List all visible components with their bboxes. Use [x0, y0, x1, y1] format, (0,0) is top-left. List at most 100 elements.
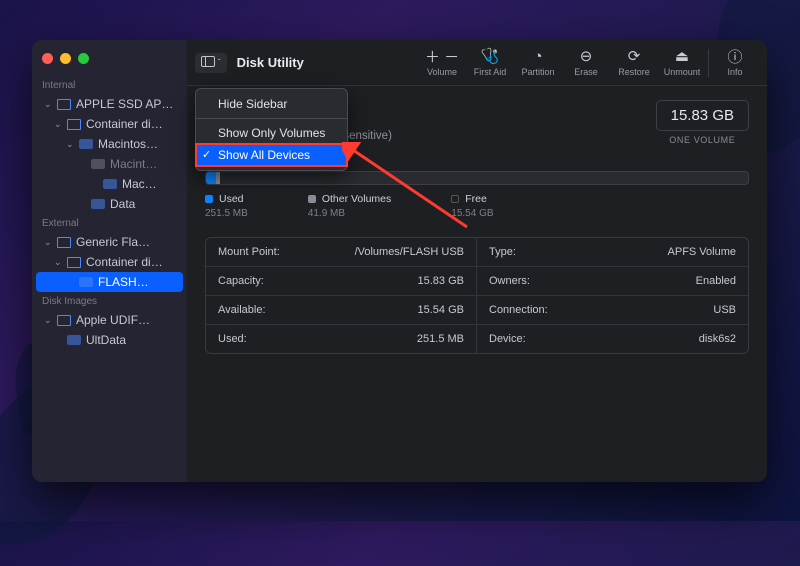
sidebar-item[interactable]: Data	[36, 194, 183, 214]
disk-utility-window: Internal⌄APPLE SSD AP…⌄Container di…⌄Mac…	[32, 40, 767, 482]
sidebar-item-label: Macintos…	[98, 137, 158, 151]
sidebar-item[interactable]: UltData	[36, 330, 183, 350]
detail-row: Connection:USB	[477, 295, 748, 324]
detail-row: Used:251.5 MB	[206, 324, 477, 353]
free-label: Free	[465, 193, 487, 205]
sidebar-item-label: Container di…	[86, 117, 163, 131]
detail-key: Capacity:	[218, 275, 264, 287]
toolbar-action-label: Volume	[427, 67, 457, 77]
chevron-down-icon: ˇ	[218, 58, 221, 67]
sidebar-section-title: Disk Images	[32, 292, 187, 310]
volume-icon	[79, 277, 93, 288]
disclosure-icon[interactable]: ⌄	[44, 99, 52, 110]
menu-item-show-only-volumes[interactable]: Show Only Volumes	[196, 122, 347, 144]
container-icon	[67, 119, 81, 130]
sidebar-item-label: Data	[110, 197, 135, 211]
menu-item-hide-sidebar[interactable]: Hide Sidebar	[196, 93, 347, 115]
sidebar-item-label: FLASH…	[98, 275, 149, 289]
used-label: Used	[219, 193, 244, 205]
minimize-window-button[interactable]	[60, 53, 71, 64]
toolbar-action-label: Info	[727, 67, 742, 77]
sidebar-item-label: Apple UDIF…	[76, 313, 150, 327]
sidebar-item[interactable]: FLASH…	[36, 272, 183, 292]
detail-key: Available:	[218, 304, 266, 316]
detail-row: Available: 15.54 GB	[206, 295, 477, 324]
sidebar: Internal⌄APPLE SSD AP…⌄Container di…⌄Mac…	[32, 40, 187, 482]
disclosure-icon[interactable]: ⌄	[54, 257, 62, 268]
sidebar-item-label: UltData	[86, 333, 126, 347]
sidebar-item[interactable]: ⌄Container di…	[36, 252, 183, 272]
other-label: Other Volumes	[322, 193, 391, 205]
detail-key: Used:	[218, 333, 247, 345]
detail-row: Device:disk6s2	[477, 324, 748, 353]
toolbar-action-label: Unmount	[664, 67, 701, 77]
free-swatch-icon	[451, 195, 459, 203]
sidebar-toggle-button[interactable]: ˇ	[195, 53, 227, 73]
detail-value: /Volumes/FLASH USB	[355, 246, 464, 258]
sidebar-item[interactable]: Mac…	[36, 174, 183, 194]
toolbar: ˇ Disk Utility ＋ － Volume 🩺 First Aid ◔ Parti…	[187, 40, 767, 86]
volume-size-caption: ONE VOLUME	[656, 135, 749, 145]
toolbar-restore-button[interactable]: ⟳Restore	[610, 48, 658, 77]
disclosure-icon[interactable]: ⌄	[44, 315, 52, 326]
detail-value: APFS Volume	[668, 246, 736, 258]
volume-icon	[91, 199, 105, 210]
menu-item-show-all-devices[interactable]: Show All Devices	[196, 144, 347, 166]
detail-row: Mount Point: /Volumes/FLASH USB	[206, 238, 477, 266]
disclosure-icon[interactable]: ⌄	[54, 119, 62, 130]
sidebar-section-title: Internal	[32, 76, 187, 94]
toolbar-partition-button[interactable]: ◔ Partition	[514, 48, 562, 77]
first-aid-icon: 🩺	[481, 48, 500, 64]
sidebar-item[interactable]: Macint…	[36, 154, 183, 174]
detail-key: Mount Point:	[218, 246, 280, 258]
toolbar-info-button[interactable]: ⓘ Info	[711, 48, 759, 77]
toolbar-volume-button[interactable]: ＋ － Volume	[418, 48, 466, 77]
detail-key: Type:	[489, 246, 516, 258]
detail-value: 15.54 GB	[418, 304, 464, 316]
volume-icon	[91, 159, 105, 170]
sidebar-item-label: Macint…	[110, 157, 157, 171]
sidebar-item[interactable]: ⌄Generic Fla…	[36, 232, 183, 252]
disclosure-icon[interactable]: ⌄	[66, 139, 74, 150]
volume-icon	[103, 179, 117, 190]
used-value: 251.5 MB	[205, 208, 248, 219]
detail-value: Enabled	[696, 275, 736, 287]
details-table: Mount Point: /Volumes/FLASH USB Type: APFS …	[205, 237, 749, 354]
detail-value: USB	[713, 304, 736, 316]
zoom-window-button[interactable]	[78, 53, 89, 64]
toolbar-unmount-button[interactable]: ⏏Unmount	[658, 48, 706, 77]
detail-key: Owners:	[489, 275, 530, 287]
disk-icon	[57, 99, 71, 110]
toolbar-action-label: Restore	[618, 67, 650, 77]
sidebar-item-label: Mac…	[122, 177, 157, 191]
sidebar-section-title: External	[32, 214, 187, 232]
erase-icon: ⊖	[580, 48, 593, 64]
other-swatch-icon	[308, 195, 316, 203]
sidebar-item-label: APPLE SSD AP…	[76, 97, 173, 111]
partition-icon: ◔	[533, 48, 542, 64]
container-icon	[67, 257, 81, 268]
detail-row: Owners: Enabled	[477, 266, 748, 295]
volume-icon: ＋ －	[425, 48, 459, 64]
volume-icon	[67, 335, 81, 346]
toolbar-first-aid-button[interactable]: 🩺 First Aid	[466, 48, 514, 77]
sidebar-item[interactable]: ⌄ Container di…	[36, 114, 183, 134]
detail-row: Capacity: 15.83 GB	[206, 266, 477, 295]
disclosure-icon[interactable]: ⌄	[44, 237, 52, 248]
info-icon: ⓘ	[727, 48, 742, 64]
volume-size: 15.83 GB	[656, 100, 749, 131]
other-value: 41.9 MB	[308, 208, 391, 219]
toolbar-erase-button[interactable]: ⊖ Erase	[562, 48, 610, 77]
toolbar-action-label: First Aid	[474, 67, 507, 77]
app-title: Disk Utility	[237, 55, 304, 70]
window-controls	[32, 50, 187, 76]
detail-value: 15.83 GB	[418, 275, 464, 287]
toolbar-action-label: Partition	[521, 67, 554, 77]
sidebar-item[interactable]: ⌄ APPLE SSD AP…	[36, 94, 183, 114]
sidebar-icon	[201, 56, 215, 70]
close-window-button[interactable]	[42, 53, 53, 64]
sidebar-item[interactable]: ⌄ Macintos…	[36, 134, 183, 154]
volume-icon	[79, 139, 93, 150]
sidebar-item[interactable]: ⌄ Apple UDIF…	[36, 310, 183, 330]
toolbar-action-label: Erase	[574, 67, 598, 77]
